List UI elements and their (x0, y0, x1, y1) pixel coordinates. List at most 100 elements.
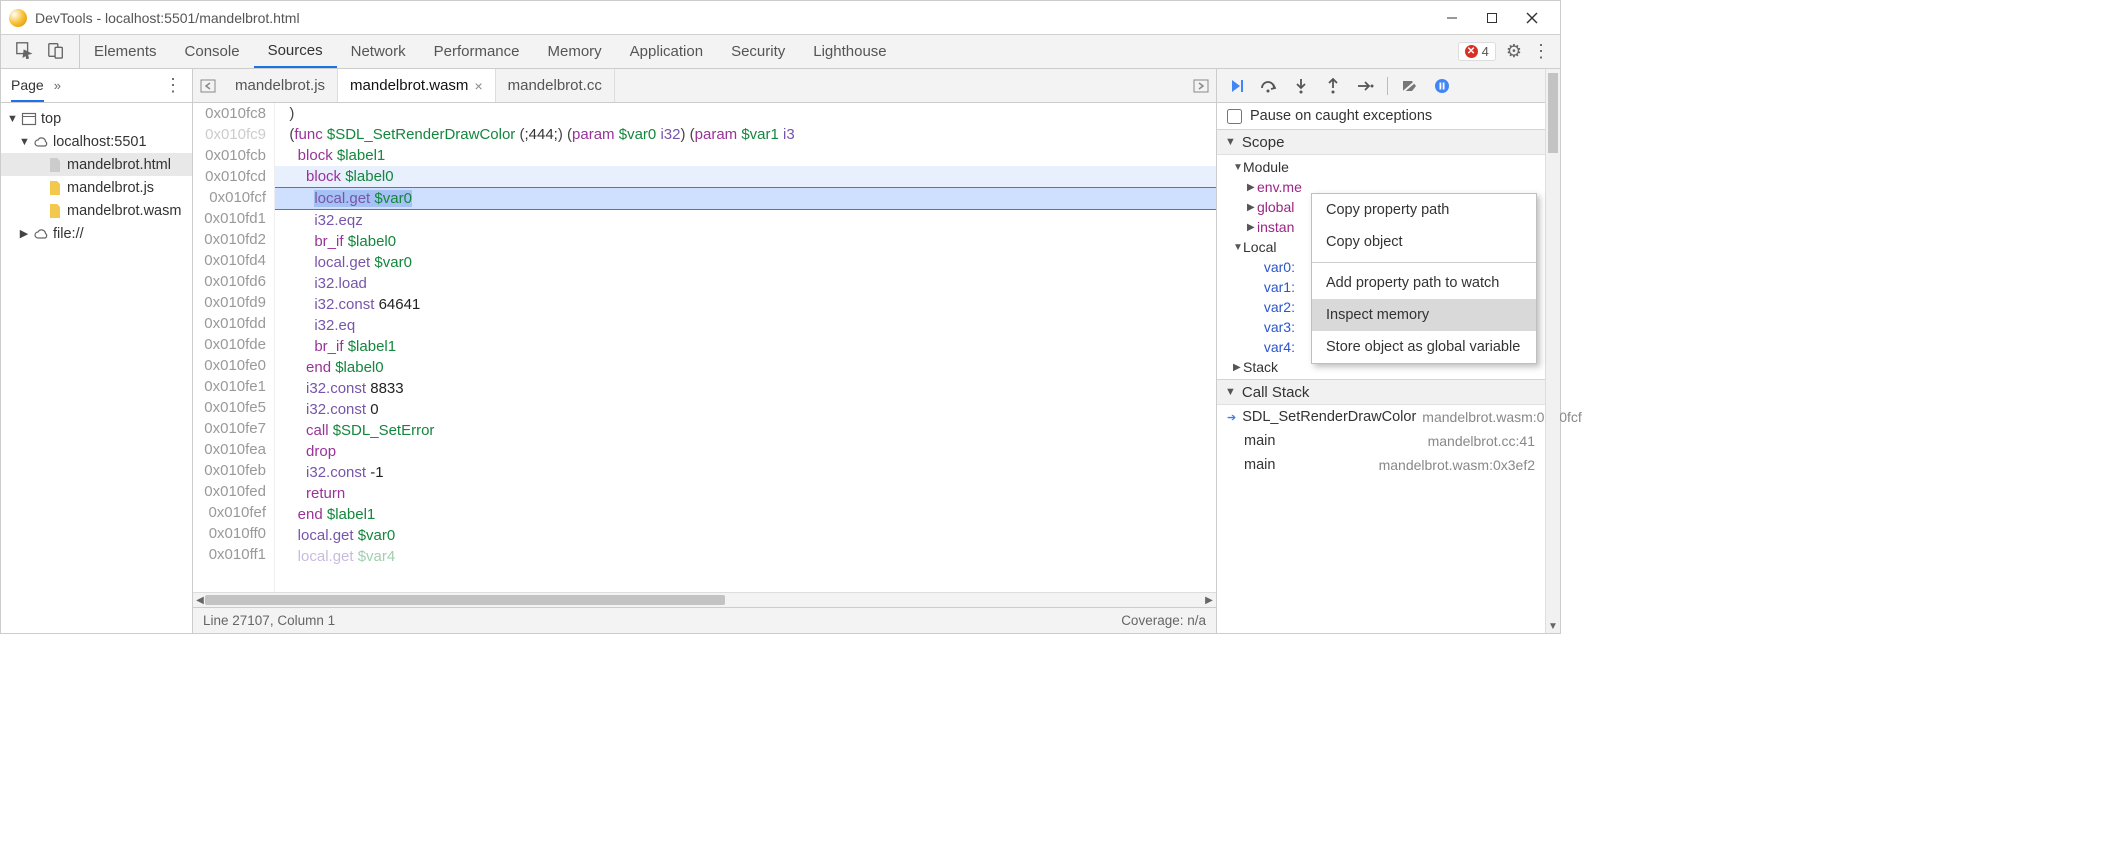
code-line: block $label0 (275, 166, 1216, 187)
scroll-thumb[interactable] (205, 595, 725, 605)
context-menu-item[interactable]: Inspect memory (1312, 299, 1536, 331)
tab-elements[interactable]: Elements (80, 35, 171, 68)
step-out-icon[interactable] (1323, 76, 1343, 96)
scroll-thumb[interactable] (1548, 73, 1558, 153)
scroll-right-icon[interactable]: ▶ (1202, 593, 1216, 607)
file-tab-label: mandelbrot.cc (508, 77, 602, 94)
resume-icon[interactable] (1227, 76, 1247, 96)
navigator-kebab-icon[interactable]: ⋮ (164, 75, 182, 96)
navigator-more-icon[interactable]: » (54, 78, 61, 93)
code-line: return (275, 483, 1216, 504)
inspect-element-icon[interactable] (15, 41, 33, 63)
pause-caught-row[interactable]: Pause on caught exceptions (1217, 103, 1545, 129)
error-count-badge[interactable]: ✕ 4 (1458, 42, 1496, 61)
debug-toolbar (1217, 69, 1545, 103)
context-menu-item[interactable]: Add property path to watch (1312, 267, 1536, 299)
code-line: local.get $var4 (275, 546, 1216, 567)
tab-console[interactable]: Console (171, 35, 254, 68)
tree-node-file[interactable]: ▶ file:// (1, 222, 192, 245)
expand-icon: ▶ (1247, 182, 1257, 193)
file-tab[interactable]: mandelbrot.cc (496, 69, 615, 102)
tab-sources[interactable]: Sources (254, 35, 337, 68)
pause-caught-checkbox[interactable] (1227, 109, 1242, 124)
file-tab[interactable]: mandelbrot.js (223, 69, 338, 102)
code-line: end $label0 (275, 357, 1216, 378)
pause-on-exceptions-icon[interactable] (1432, 76, 1452, 96)
expand-icon: ▼ (1233, 162, 1243, 173)
tab-memory[interactable]: Memory (534, 35, 616, 68)
callstack-frame[interactable]: ➔SDL_SetRenderDrawColormandelbrot.wasm:0… (1217, 405, 1545, 429)
file-tab[interactable]: mandelbrot.wasm × (338, 69, 496, 102)
tree-label: mandelbrot.js (67, 180, 154, 196)
scope-var-name: var3: (1264, 319, 1295, 335)
context-menu[interactable]: Copy property pathCopy object Add propert… (1311, 193, 1537, 364)
code-area[interactable]: 0x010fc80x010fc90x010fcb0x010fcd0x010fcf… (193, 103, 1216, 592)
tree-file-item[interactable]: mandelbrot.html (1, 153, 192, 176)
frame-location: mandelbrot.wasm:0x3ef2 (1379, 457, 1535, 473)
section-title: Call Stack (1242, 384, 1310, 401)
tree-file-item[interactable]: mandelbrot.wasm (1, 199, 192, 222)
window-title: DevTools - localhost:5501/mandelbrot.htm… (35, 10, 1432, 26)
tree-label: mandelbrot.wasm (67, 203, 181, 219)
frame-name: SDL_SetRenderDrawColor (1242, 409, 1416, 425)
tree-node-top[interactable]: ▼ top (1, 107, 192, 130)
expand-icon: ▶ (19, 227, 29, 240)
toggle-device-icon[interactable] (47, 41, 65, 63)
scope-label: Local (1243, 239, 1276, 255)
step-icon[interactable] (1355, 76, 1375, 96)
tree-label: mandelbrot.html (67, 157, 171, 173)
deactivate-breakpoints-icon[interactable] (1400, 76, 1420, 96)
frame-name: main (1244, 433, 1275, 449)
expand-icon: ▼ (1225, 386, 1236, 398)
scope-var-name: var4: (1264, 339, 1295, 355)
code-line: i32.eqz (275, 210, 1216, 231)
scope-var-name: var0: (1264, 259, 1295, 275)
expand-icon: ▶ (1247, 222, 1257, 233)
code-line: i32.load (275, 273, 1216, 294)
context-menu-item[interactable]: Copy object (1312, 226, 1536, 258)
devtools-toolbar: ElementsConsoleSourcesNetworkPerformance… (1, 35, 1560, 69)
nav-back-icon[interactable] (193, 77, 223, 95)
separator (1387, 77, 1388, 95)
current-frame-icon: ➔ (1227, 411, 1236, 424)
horizontal-scrollbar[interactable]: ◀ ▶ (193, 592, 1216, 607)
close-tab-icon[interactable]: × (474, 78, 482, 94)
settings-gear-icon[interactable]: ⚙ (1506, 41, 1522, 62)
right-vertical-scrollbar[interactable]: ▲ ▼ (1545, 69, 1560, 633)
file-tree: ▼ top ▼ localhost:5501 mandelbrot.html m… (1, 103, 192, 633)
scope-module-row[interactable]: ▼ Module (1217, 157, 1545, 177)
navigator-tab-page[interactable]: Page (11, 69, 44, 102)
callstack-frame[interactable]: mainmandelbrot.cc:41 (1217, 429, 1545, 453)
scroll-down-icon[interactable]: ▼ (1546, 619, 1560, 633)
tab-security[interactable]: Security (717, 35, 799, 68)
error-icon: ✕ (1465, 45, 1478, 58)
step-over-icon[interactable] (1259, 76, 1279, 96)
nav-fwd-icon[interactable] (1186, 77, 1216, 95)
tree-label: localhost:5501 (53, 134, 147, 150)
scope-label: Stack (1243, 359, 1278, 375)
kebab-menu-icon[interactable]: ⋮ (1532, 41, 1550, 62)
script-icon (47, 180, 63, 196)
callstack-section-header[interactable]: ▼ Call Stack (1217, 379, 1545, 405)
file-tab-label: mandelbrot.wasm (350, 77, 468, 94)
address-gutter: 0x010fc80x010fc90x010fcb0x010fcd0x010fcf… (193, 103, 275, 592)
tab-network[interactable]: Network (337, 35, 420, 68)
close-button[interactable] (1512, 3, 1552, 33)
tab-lighthouse[interactable]: Lighthouse (799, 35, 900, 68)
minimize-button[interactable] (1432, 3, 1472, 33)
step-into-icon[interactable] (1291, 76, 1311, 96)
script-icon (47, 203, 63, 219)
callstack-frame[interactable]: mainmandelbrot.wasm:0x3ef2 (1217, 453, 1545, 477)
maximize-button[interactable] (1472, 3, 1512, 33)
pause-caught-label: Pause on caught exceptions (1250, 108, 1432, 124)
scope-section-header[interactable]: ▼ Scope (1217, 129, 1545, 155)
tab-performance[interactable]: Performance (420, 35, 534, 68)
tree-file-item[interactable]: mandelbrot.js (1, 176, 192, 199)
tree-node-origin[interactable]: ▼ localhost:5501 (1, 130, 192, 153)
scope-var-name: var2: (1264, 299, 1295, 315)
tab-application[interactable]: Application (616, 35, 717, 68)
code-line: i32.const 8833 (275, 378, 1216, 399)
code-line: i32.const 0 (275, 399, 1216, 420)
context-menu-item[interactable]: Store object as global variable (1312, 331, 1536, 363)
context-menu-item[interactable]: Copy property path (1312, 194, 1536, 226)
